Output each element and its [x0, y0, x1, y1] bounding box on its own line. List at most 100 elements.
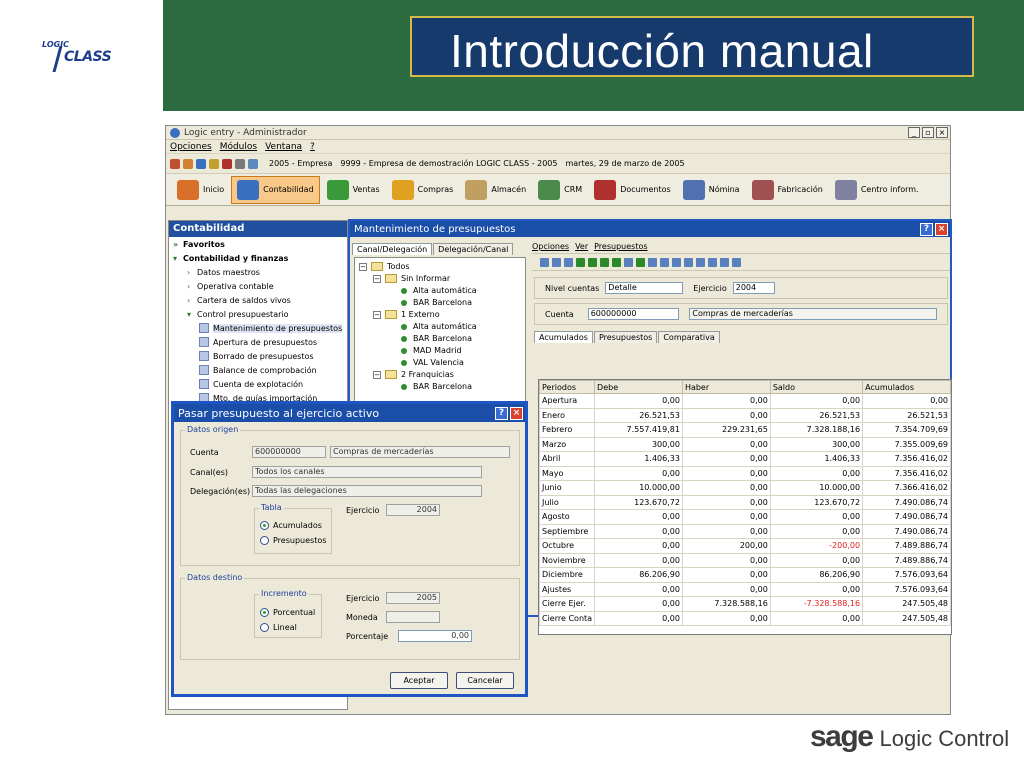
tree-node[interactable]: BAR Barcelona [401, 298, 472, 307]
menu-ver[interactable]: Ver [575, 242, 588, 251]
radio-presupuestos[interactable]: Presupuestos [260, 536, 326, 545]
config-icon[interactable] [248, 158, 258, 169]
module-inicio[interactable]: Inicio [172, 176, 229, 204]
cancel-button[interactable]: Cancelar [456, 672, 514, 689]
table-row[interactable]: Mayo 0,00 0,00 0,00 7.356.416,02 [538, 465, 951, 481]
nav-balance-comprobacion[interactable]: Balance de comprobación [169, 363, 347, 377]
table-row[interactable]: Julio 123.670,72 0,00 123.670,72 7.490.086,7… [538, 494, 951, 510]
radio-porcentual[interactable]: Porcentual [260, 608, 315, 617]
collapse-icon[interactable]: − [359, 262, 367, 271]
nav-favoritos[interactable]: » Favoritos [169, 237, 347, 251]
porcentaje-input[interactable]: 0,00 [398, 630, 472, 642]
stop-icon[interactable] [732, 257, 741, 267]
tab-presupuestos[interactable]: Presupuestos [593, 331, 658, 343]
tree-node[interactable]: −1 Externo [373, 310, 440, 319]
calc-icon[interactable] [183, 158, 193, 169]
module-fabricacion[interactable]: Fabricación [747, 176, 828, 204]
column-header[interactable]: Saldo [769, 380, 864, 394]
moneda-field[interactable] [386, 611, 440, 623]
close-button[interactable]: × [510, 406, 523, 420]
module-ventas[interactable]: Ventas [322, 176, 385, 204]
menu-help[interactable]: ? [310, 142, 315, 152]
user-icon[interactable] [170, 158, 180, 169]
column-header[interactable]: Acumulados [862, 380, 951, 394]
collapse-icon[interactable]: − [373, 370, 381, 379]
menu-opciones[interactable]: Opciones [532, 242, 569, 251]
tab-delegacion-canal[interactable]: Delegación/Canal [433, 243, 514, 255]
column-header[interactable]: Haber [681, 380, 771, 394]
new-icon[interactable] [552, 257, 561, 267]
close-button[interactable]: × [936, 127, 948, 138]
menu-opciones[interactable]: Opciones [170, 142, 212, 152]
grid-icon[interactable] [684, 257, 693, 267]
print-icon[interactable] [696, 257, 705, 267]
nav-contabilidad-finanzas[interactable]: ▾ Contabilidad y finanzas [169, 251, 347, 265]
next-icon[interactable] [600, 257, 609, 267]
search-icon[interactable] [624, 257, 633, 267]
table-row[interactable]: Enero 26.521,53 0,00 26.521,53 26.521,53 [538, 407, 951, 423]
tree-node[interactable]: Alta automática [401, 322, 477, 331]
table-row[interactable]: Ajustes 0,00 0,00 0,00 7.576.093,64 [538, 581, 951, 597]
accept-button[interactable]: Aceptar [390, 672, 448, 689]
collapse-icon[interactable]: − [373, 310, 381, 319]
copy-icon[interactable] [660, 257, 669, 267]
table-row[interactable]: Agosto 0,00 0,00 0,00 7.490.086,74 [538, 509, 951, 525]
mail-icon[interactable] [209, 158, 219, 169]
delegacion-field[interactable]: Todas las delegaciones [252, 485, 482, 497]
column-header[interactable]: Periodos [538, 380, 596, 394]
help-button[interactable]: ? [495, 406, 508, 420]
radio-acumulados[interactable]: Acumulados [260, 521, 322, 530]
table-row[interactable]: Cierre Conta 0,00 0,00 0,00 247.505,48 [538, 610, 951, 626]
tree-node[interactable]: − Sin Informar [373, 274, 450, 283]
column-header[interactable]: Debe [594, 380, 683, 394]
table-row[interactable]: Junio 10.000,00 0,00 10.000,00 7.366.416,02 [538, 480, 951, 496]
table-row[interactable]: Marzo 300,00 0,00 300,00 7.355.009,69 [538, 436, 951, 452]
nav-datos-maestros[interactable]: › Datos maestros [169, 265, 347, 279]
close-button[interactable]: × [935, 222, 948, 236]
menu-ventana[interactable]: Ventana [265, 142, 302, 152]
tab-canal-delegacion[interactable]: Canal/Delegación [352, 243, 433, 255]
menu-presupuestos[interactable]: Presupuestos [594, 242, 647, 251]
nivel-select[interactable]: Detalle [605, 282, 684, 294]
canal-field[interactable]: Todos los canales [252, 466, 482, 478]
table-row[interactable]: Abril 1.406,33 0,00 1.406,33 7.356.416,02 [538, 451, 951, 467]
module-documentos[interactable]: Documentos [589, 176, 676, 204]
nav-cuenta-explotacion[interactable]: Cuenta de explotación [169, 377, 347, 391]
save-icon[interactable] [540, 257, 549, 267]
nav-borrado-presupuestos[interactable]: Borrado de presupuestos [169, 349, 347, 363]
tree-node[interactable]: VAL Valencia [401, 358, 464, 367]
table-row[interactable]: Octubre 0,00 200,00 -200,00 7.489.886,74 [538, 538, 951, 554]
paste-icon[interactable] [672, 257, 681, 267]
excel-icon[interactable] [636, 257, 645, 267]
module-compras[interactable]: Compras [387, 176, 459, 204]
tree-node[interactable]: − Todos [359, 262, 410, 271]
nav-mantenimiento-presupuestos[interactable]: Mantenimiento de presupuestos [169, 321, 347, 335]
module-nomina[interactable]: Nómina [678, 176, 745, 204]
table-row[interactable]: Noviembre 0,00 0,00 0,00 7.489.886,74 [538, 552, 951, 568]
restore-button[interactable]: ▫ [922, 127, 934, 138]
cuenta-field[interactable]: 600000000 [252, 446, 326, 458]
table-row[interactable]: Apertura 0,00 0,00 0,00 0,00 [538, 393, 951, 409]
module-centro-inform[interactable]: Centro inform. [830, 176, 924, 204]
module-contabilidad[interactable]: Contabilidad [231, 175, 320, 204]
filter-icon[interactable] [648, 257, 657, 267]
table-row[interactable]: Diciembre 86.206,90 0,00 86.206,90 7.576.093… [538, 567, 951, 583]
first-icon[interactable] [576, 257, 585, 267]
tree-node[interactable]: Alta automática [401, 286, 477, 295]
collapse-icon[interactable]: − [373, 274, 381, 283]
refresh-icon[interactable] [564, 257, 573, 267]
last-icon[interactable] [612, 257, 621, 267]
minimize-button[interactable]: _ [908, 127, 920, 138]
prev-icon[interactable] [588, 257, 597, 267]
ejercicio-input[interactable]: 2004 [732, 282, 775, 294]
menu-modulos[interactable]: Módulos [220, 142, 257, 152]
nav-apertura-presupuestos[interactable]: Apertura de presupuestos [169, 335, 347, 349]
nav-operativa-contable[interactable]: › Operativa contable [169, 279, 347, 293]
tab-comparativa[interactable]: Comparativa [658, 331, 720, 343]
help-button[interactable]: ? [920, 222, 933, 236]
tree-node[interactable]: BAR Barcelona [401, 382, 472, 391]
help-icon[interactable] [196, 158, 206, 169]
list-icon[interactable] [235, 158, 245, 169]
cuenta-input[interactable]: 600000000 [587, 308, 680, 320]
percent-icon[interactable] [720, 257, 729, 267]
